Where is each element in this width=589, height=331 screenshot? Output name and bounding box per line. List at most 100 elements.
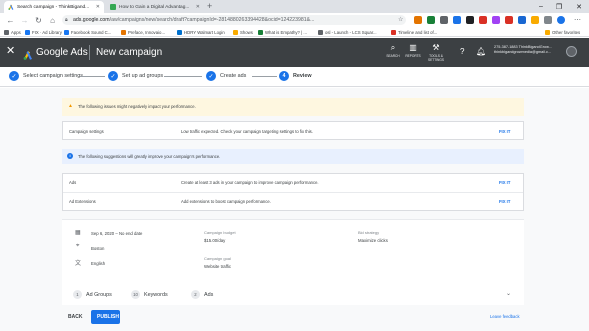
tools-icon: ⚒ bbox=[432, 43, 440, 52]
budget-label: Campaign budget bbox=[204, 230, 236, 235]
address-bar[interactable]: 🔒︎ ads.google.com/aw/campaigns/new/searc… bbox=[62, 15, 406, 25]
bookmark-icon bbox=[64, 29, 69, 35]
reload-icon[interactable]: ↻ bbox=[33, 14, 44, 26]
fix-it-button[interactable]: FIX IT bbox=[499, 129, 510, 134]
minimize-button[interactable]: – bbox=[533, 0, 549, 13]
bookmark-item[interactable]: Shows bbox=[233, 28, 253, 36]
bookmark-star-icon[interactable]: ☆ bbox=[398, 15, 403, 25]
extension-icon[interactable] bbox=[453, 16, 461, 24]
calendar-icon: ▦ bbox=[75, 230, 81, 236]
account-info[interactable]: 275-387-1883 ThinkBigandGrow... thinkbig… bbox=[494, 45, 552, 56]
warning-banner-text: The following issues might negatively im… bbox=[78, 104, 196, 109]
brand-name: Google Ads bbox=[36, 47, 88, 58]
bookmark-item[interactable]: HDRY Walmart Login bbox=[177, 28, 225, 36]
location-pin-icon: ⌖ bbox=[76, 243, 80, 249]
home-icon[interactable]: ⌂ bbox=[47, 14, 58, 26]
bookmark-item[interactable]: Preface, Innovaio... bbox=[121, 28, 165, 36]
page-favicon-icon bbox=[110, 4, 116, 10]
extension-icon[interactable] bbox=[466, 16, 474, 24]
bookmark-item[interactable]: Facebook Sound C... bbox=[64, 28, 111, 36]
language-icon: 文 bbox=[75, 261, 82, 267]
url-path: /aw/campaigns/new/search/draft?campaignI… bbox=[109, 17, 315, 23]
extension-icon[interactable] bbox=[414, 16, 422, 24]
bookmark-item[interactable]: FIX · Ad Library bbox=[25, 28, 62, 36]
bookmark-icon bbox=[258, 29, 263, 35]
campaign-stepper: ✓ Select campaign settings ✓ Set up ad g… bbox=[0, 67, 589, 87]
browser-tab-inactive[interactable]: How to Gain a Digital Advantag... ✕ bbox=[106, 1, 204, 13]
check-icon: ✓ bbox=[206, 71, 216, 81]
publish-button[interactable]: PUBLISH bbox=[91, 310, 120, 324]
tools-settings-button[interactable]: ⚒ TOOLS & SETTINGS bbox=[424, 43, 448, 62]
fix-it-button[interactable]: FIX IT bbox=[499, 199, 510, 204]
ads-count[interactable]: 2 Ads bbox=[191, 290, 213, 299]
extension-icon[interactable] bbox=[518, 16, 526, 24]
reports-tool-button[interactable]: ▥ REPORTS bbox=[401, 43, 425, 58]
close-window-button[interactable]: ✕ bbox=[571, 0, 587, 13]
avatar[interactable] bbox=[566, 46, 577, 57]
row-message: Create at least 3 ads in your campaign t… bbox=[181, 180, 319, 185]
bookmark-icon bbox=[318, 29, 323, 35]
extension-icon[interactable] bbox=[479, 16, 487, 24]
step-review[interactable]: 4 Review bbox=[279, 71, 312, 81]
divider bbox=[63, 192, 523, 193]
reports-icon: ▥ bbox=[409, 43, 417, 52]
bid-strategy-value: Maximize clicks bbox=[358, 238, 388, 243]
step-number: 4 bbox=[279, 71, 289, 81]
leave-feedback-link[interactable]: Leave feedback bbox=[490, 314, 520, 319]
row-message: Add extensions to boost campaign perform… bbox=[181, 199, 271, 204]
browser-tab-strip: Search campaign - ThinkBigand... ✕ How t… bbox=[0, 0, 589, 13]
bookmark-icon bbox=[391, 29, 396, 35]
extension-icon[interactable] bbox=[440, 16, 448, 24]
extension-icon[interactable] bbox=[505, 16, 513, 24]
count-badge: 1 bbox=[73, 290, 82, 299]
apps-icon bbox=[4, 29, 9, 35]
ad-groups-count[interactable]: 1 Ad Groups bbox=[73, 290, 112, 299]
extension-icon[interactable] bbox=[492, 16, 500, 24]
row-item: Campaign settings bbox=[69, 129, 104, 134]
extension-icon[interactable] bbox=[427, 16, 435, 24]
extension-icon[interactable] bbox=[531, 16, 539, 24]
forward-arrow-icon[interactable]: → bbox=[19, 14, 30, 26]
count-badge: 2 bbox=[191, 290, 200, 299]
close-icon[interactable]: ✕ bbox=[6, 44, 15, 59]
browser-tab-active[interactable]: Search campaign - ThinkBigand... ✕ bbox=[4, 1, 104, 13]
goal-label: Campaign goal bbox=[204, 256, 231, 261]
close-icon[interactable]: ✕ bbox=[194, 4, 200, 10]
back-arrow-icon[interactable]: ← bbox=[5, 14, 16, 26]
info-banner-text: The following suggestions will greatly i… bbox=[78, 154, 221, 159]
step-create-ads[interactable]: ✓ Create ads bbox=[206, 71, 246, 81]
bookmark-item[interactable]: Timeline and list of... bbox=[391, 28, 437, 36]
keywords-count[interactable]: 10 Keywords bbox=[131, 290, 168, 299]
row-item: Ad Extensions bbox=[69, 199, 96, 204]
back-button[interactable]: BACK bbox=[62, 310, 88, 324]
maximize-button[interactable]: ❐ bbox=[551, 0, 567, 13]
browser-tab-title: Search campaign - ThinkBigand... bbox=[17, 4, 90, 10]
lock-icon: 🔒︎ bbox=[65, 17, 68, 23]
bookmark-icon bbox=[121, 29, 126, 35]
help-icon[interactable]: ? bbox=[460, 46, 464, 58]
chevron-down-icon[interactable]: ⌄ bbox=[506, 290, 511, 297]
info-banner: i The following suggestions will greatly… bbox=[62, 149, 524, 164]
browser-menu-icon[interactable]: ⋯ bbox=[572, 14, 583, 26]
browser-tab-title: How to Gain a Digital Advantag... bbox=[119, 4, 190, 10]
bookmark-apps[interactable]: Apps bbox=[4, 28, 21, 36]
step-connector bbox=[164, 76, 202, 77]
step-campaign-settings[interactable]: ✓ Select campaign settings bbox=[9, 71, 83, 81]
fix-it-button[interactable]: FIX IT bbox=[499, 180, 510, 185]
ads-header: ✕ Google Ads New campaign ⌕ SEARCH ▥ REP… bbox=[0, 38, 589, 67]
bookmark-icon bbox=[25, 29, 30, 35]
bookmark-other[interactable]: Other favorites bbox=[545, 28, 580, 36]
bookmark-item[interactable]: What is Empathy? | ... bbox=[258, 28, 307, 36]
check-icon: ✓ bbox=[108, 71, 118, 81]
profile-icon[interactable] bbox=[557, 16, 565, 24]
extension-icon[interactable] bbox=[544, 16, 552, 24]
url-host: ads.google.com bbox=[73, 17, 110, 23]
folder-icon bbox=[233, 29, 238, 35]
notifications-bell-icon[interactable]: 🔔︎ bbox=[476, 46, 486, 58]
step-ad-groups[interactable]: ✓ Set up ad groups bbox=[108, 71, 163, 81]
row-message: Low traffic expected. Check your campaig… bbox=[181, 129, 313, 134]
new-tab-button[interactable]: + bbox=[207, 1, 212, 12]
google-ads-favicon-icon bbox=[8, 4, 14, 10]
bookmark-item[interactable]: osl - Launch - LCS Squar... bbox=[318, 28, 377, 36]
close-icon[interactable]: ✕ bbox=[94, 4, 100, 10]
